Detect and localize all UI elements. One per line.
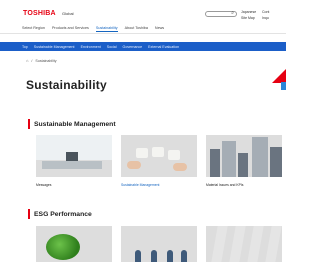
nav-item-news[interactable]: News bbox=[155, 26, 164, 32]
section-header: ESG Performance bbox=[28, 209, 92, 219]
card-label[interactable]: Material Issues and KPIs bbox=[206, 183, 282, 187]
card-label[interactable]: Messages bbox=[36, 183, 112, 187]
card-sustainable-management[interactable]: Sustainable Management bbox=[121, 135, 197, 187]
subnav-bar: Top Sustainable Management Environment S… bbox=[0, 42, 286, 51]
card-image[interactable] bbox=[121, 135, 197, 177]
subnav-item-environment[interactable]: Environment bbox=[81, 45, 101, 49]
section-title: ESG Performance bbox=[34, 210, 92, 218]
region-label[interactable]: Global bbox=[62, 11, 74, 16]
nav-item-select-region[interactable]: Select Region bbox=[22, 26, 45, 32]
card-image[interactable] bbox=[121, 226, 197, 262]
card-messages[interactable]: Messages bbox=[36, 135, 112, 187]
utility-link-inquiry[interactable]: Inqu bbox=[262, 16, 269, 20]
nav-item-sustainability[interactable]: Sustainability bbox=[95, 26, 118, 32]
subnav-item-external-evaluation[interactable]: External Evaluation bbox=[148, 45, 179, 49]
section-accent-bar bbox=[28, 209, 30, 219]
toshiba-logo[interactable]: TOSHIBA bbox=[23, 10, 56, 17]
card-image[interactable] bbox=[36, 226, 112, 262]
subnav-item-social[interactable]: Social bbox=[107, 45, 117, 49]
nav-item-products[interactable]: Products and Services bbox=[52, 26, 89, 32]
utility-link-contact[interactable]: Cont bbox=[262, 10, 269, 14]
subnav-item-governance[interactable]: Governance bbox=[123, 45, 143, 49]
search-input[interactable]: ⌕ bbox=[205, 10, 237, 17]
decorative-blue-shape bbox=[281, 82, 286, 90]
card-material-issues[interactable]: Material Issues and KPIs bbox=[206, 135, 282, 187]
utility-link-sitemap[interactable]: Site Map bbox=[241, 16, 255, 20]
page-title: Sustainability bbox=[26, 78, 107, 92]
card-esg-social[interactable] bbox=[121, 226, 197, 262]
breadcrumb-separator: / bbox=[31, 58, 33, 63]
search-icon[interactable]: ⌕ bbox=[231, 10, 234, 16]
subnav-item-top[interactable]: Top bbox=[22, 45, 28, 49]
home-icon[interactable]: ⌂ bbox=[26, 58, 28, 63]
subnav-item-sustainable-management[interactable]: Sustainable Management bbox=[34, 45, 75, 49]
section-title: Sustainable Management bbox=[34, 120, 116, 128]
main-nav: Select Region Products and Services Sust… bbox=[22, 26, 164, 32]
section-header: Sustainable Management bbox=[28, 119, 116, 129]
breadcrumb: ⌂ / Sustainability bbox=[26, 58, 57, 63]
page: TOSHIBA Global ⌕ Japanese Site Map Cont … bbox=[0, 0, 286, 262]
card-image[interactable] bbox=[36, 135, 112, 177]
card-esg-governance[interactable] bbox=[206, 226, 282, 262]
subnav-items: Top Sustainable Management Environment S… bbox=[22, 45, 179, 49]
card-label[interactable]: Sustainable Management bbox=[121, 183, 197, 187]
card-image[interactable] bbox=[206, 226, 282, 262]
nav-item-about[interactable]: About Toshiba bbox=[125, 26, 148, 32]
card-image[interactable] bbox=[206, 135, 282, 177]
site-header: TOSHIBA Global ⌕ Japanese Site Map Cont … bbox=[0, 0, 286, 34]
utility-link-japanese[interactable]: Japanese bbox=[241, 10, 256, 14]
section-accent-bar bbox=[28, 119, 30, 129]
card-esg-environment[interactable] bbox=[36, 226, 112, 262]
breadcrumb-current: Sustainability bbox=[35, 58, 57, 63]
decorative-red-shape bbox=[272, 69, 286, 83]
